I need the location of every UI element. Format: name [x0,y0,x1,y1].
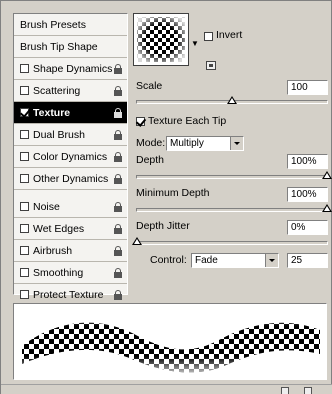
scale-slider[interactable] [136,96,328,104]
sidebar-item-checkbox[interactable] [20,290,29,299]
depth-slider-thumb[interactable] [322,171,332,179]
sidebar-item-checkbox[interactable] [20,246,29,255]
lock-icon[interactable] [114,108,122,118]
sidebar-item-checkbox[interactable] [20,268,29,277]
minimum-depth-input[interactable]: 100% [287,187,328,202]
texture-each-tip-label: Texture Each Tip [148,115,227,127]
sidebar-item-label: Other Dynamics [33,172,109,185]
sidebar-item-label: Shape Dynamics [33,62,113,75]
sidebar-item-checkbox[interactable] [20,174,29,183]
sidebar-item-label: Scattering [33,84,81,97]
sidebar-item-label: Color Dynamics [33,150,108,163]
lock-icon[interactable] [114,268,122,278]
lock-icon[interactable] [114,130,122,140]
sidebar-item-checkbox[interactable] [20,86,29,95]
chevron-down-icon[interactable] [265,254,278,267]
create-pattern-icon[interactable] [206,61,216,70]
sidebar-item-brush-tip-shape[interactable]: Brush Tip Shape [14,36,127,58]
depth-slider[interactable] [136,171,332,179]
depth-input[interactable]: 100% [287,154,328,169]
sidebar-item-label: Smoothing [33,266,84,279]
pattern-picker-arrow-icon[interactable]: ▼ [191,39,199,48]
control-steps-input[interactable]: 25 [287,253,328,268]
sidebar-item-label: Airbrush [33,244,73,257]
sidebar-item-label: Brush Presets [20,18,86,31]
sidebar-item-checkbox[interactable] [20,152,29,161]
status-bar [1,384,332,394]
checker-pattern-icon [137,17,185,62]
mode-label: Mode: [136,137,166,149]
trash-icon[interactable] [304,387,312,394]
sidebar-item-color-dynamics[interactable]: Color Dynamics [14,146,127,168]
sidebar-item-checkbox[interactable] [20,108,29,117]
control-select[interactable]: Fade [191,253,279,268]
scale-label: Scale [136,80,163,92]
sidebar-item-shape-dynamics[interactable]: Shape Dynamics [14,58,127,80]
mode-select[interactable]: Multiply [166,136,244,151]
brush-settings-list: Brush Presets Brush Tip Shape Shape Dynami… [13,13,128,306]
sidebar-item-noise[interactable]: Noise [14,196,127,218]
texture-pattern-swatch[interactable] [133,13,189,66]
lock-icon[interactable] [114,202,122,212]
scale-slider-thumb[interactable] [227,96,237,104]
sidebar-item-dual-brush[interactable]: Dual Brush [14,124,127,146]
chevron-down-icon[interactable] [230,137,243,150]
sidebar-item-checkbox[interactable] [20,130,29,139]
depth-jitter-label: Depth Jitter [136,220,190,232]
sidebar-item-label: Dual Brush [33,128,85,141]
depth-label: Depth [136,154,165,166]
lock-icon[interactable] [114,174,122,184]
sidebar-item-brush-presets[interactable]: Brush Presets [14,14,127,36]
depth-jitter-slider-thumb[interactable] [132,237,142,245]
sidebar-item-label: Protect Texture [33,288,104,301]
minimum-depth-label: Minimum Depth [136,187,210,199]
scale-input[interactable]: 100 [287,80,328,95]
sidebar-item-texture[interactable]: Texture [14,102,127,124]
sidebar-item-other-dynamics[interactable]: Other Dynamics [14,168,127,190]
sidebar-item-smoothing[interactable]: Smoothing [14,262,127,284]
sidebar-item-checkbox[interactable] [20,224,29,233]
minimum-depth-slider[interactable] [136,204,332,212]
sidebar-item-label: Texture [33,106,71,119]
control-select-value: Fade [195,255,218,266]
brush-stroke-preview [13,303,327,380]
sidebar-item-wet-edges[interactable]: Wet Edges [14,218,127,240]
invert-label: Invert [216,29,243,41]
sidebar-item-label: Noise [33,200,60,213]
new-brush-icon[interactable] [281,387,289,394]
sidebar-item-checkbox[interactable] [20,64,29,73]
lock-icon[interactable] [114,246,122,256]
lock-icon[interactable] [114,152,122,162]
mode-select-value: Multiply [170,138,204,149]
sidebar-item-label: Brush Tip Shape [20,40,98,53]
texture-each-tip-checkbox[interactable] [136,117,145,126]
minimum-depth-slider-thumb[interactable] [322,204,332,212]
brushes-panel: Brush Presets Brush Tip Shape Shape Dynami… [0,0,332,394]
invert-checkbox[interactable] [204,32,213,41]
lock-icon[interactable] [114,224,122,234]
depth-jitter-input[interactable]: 0% [287,220,328,235]
brush-stroke-preview-image [22,322,320,373]
sidebar-item-airbrush[interactable]: Airbrush [14,240,127,262]
lock-icon[interactable] [114,290,122,300]
lock-icon[interactable] [114,64,122,74]
control-label: Control: [150,254,187,266]
sidebar-item-checkbox[interactable] [20,202,29,211]
sidebar-item-scattering[interactable]: Scattering [14,80,127,102]
lock-icon[interactable] [114,86,122,96]
depth-jitter-slider[interactable] [132,237,328,245]
sidebar-item-label: Wet Edges [33,222,85,235]
